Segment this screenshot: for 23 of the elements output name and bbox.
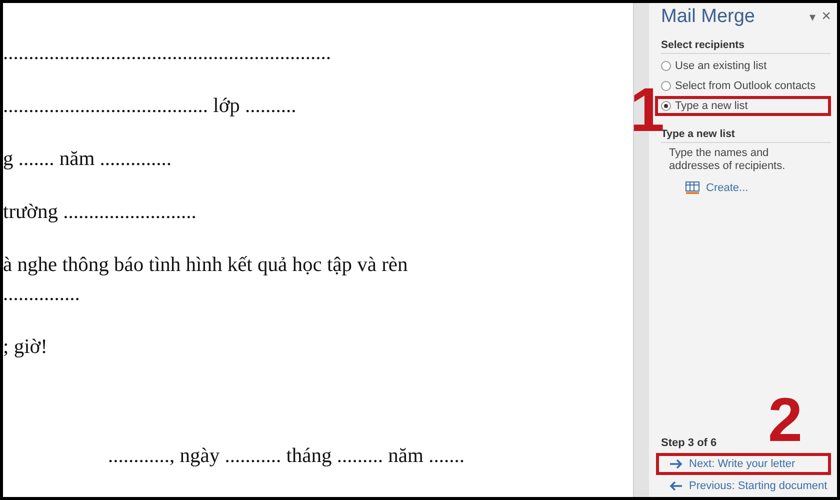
document-text: à nghe thông báo tình hình kết quả học tập và rèn [3,253,408,278]
radio-option[interactable]: Type a new list [655,96,831,116]
document-text: ............... [3,282,80,307]
document-text: ........................................ lớp .......... [3,94,296,119]
document-text: trường .......................... [3,200,196,225]
section-heading: Select recipients [661,37,831,54]
arrow-right-icon [669,458,683,470]
document-text: ............, ngày ........... tháng ......... năm ....... [108,444,464,469]
document-text: ; giờ! [3,335,48,360]
description-text: Type the names and addresses of recipients. [668,147,786,173]
create-link[interactable]: Create... [685,181,831,195]
step-number: 2 [768,395,802,447]
pane-title: Mail Merge [661,6,755,28]
document-text: ................................................................ [3,41,331,66]
dropdown-icon[interactable]: ▾ [810,10,816,24]
document-text: g ....... năm .............. [3,147,172,172]
arrow-left-icon [669,480,683,492]
radio-option[interactable]: Use an existing list [655,56,831,76]
table-icon [685,181,701,195]
close-icon[interactable]: × [822,8,831,26]
step-label: Step 3 of 6 [661,437,718,449]
nav-link[interactable]: Previous: Starting document [656,475,831,497]
nav-link[interactable]: Next: Write your letter [656,453,831,475]
